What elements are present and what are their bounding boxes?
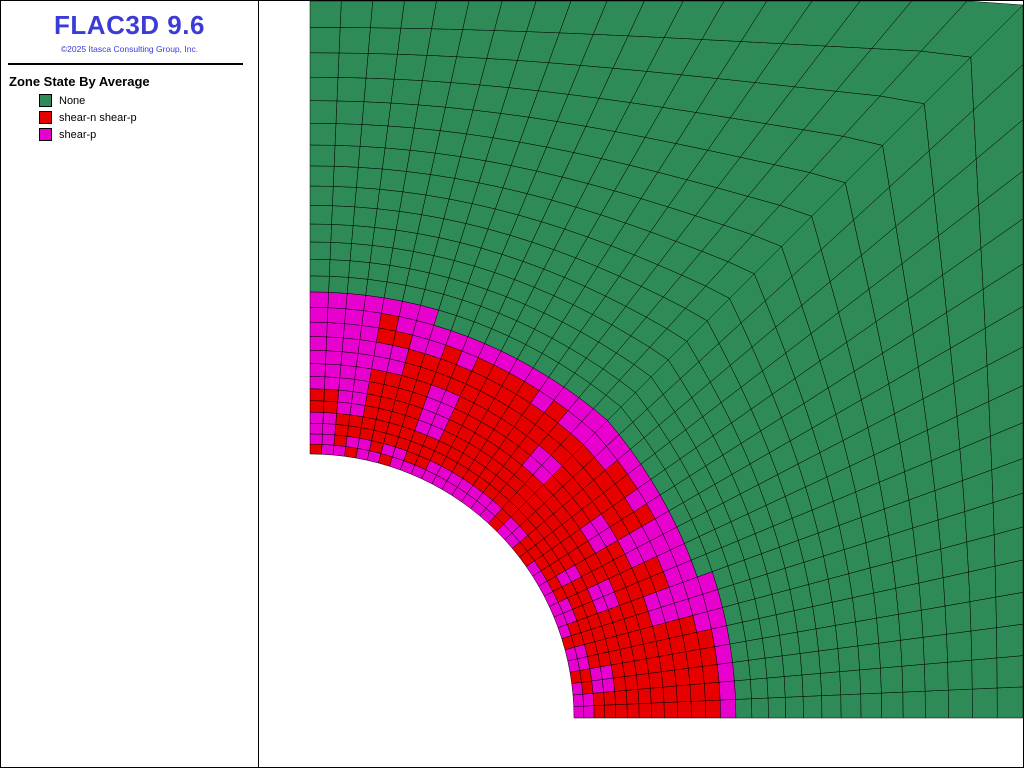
legend-item-shear-p: shear-p [39,128,258,141]
legend-item-none: None [39,94,258,107]
sidebar: FLAC3D 9.6 ©2025 Itasca Consulting Group… [1,1,259,767]
legend-swatch-shear-n-shear-p-icon [39,111,52,124]
legend-label-none: None [59,95,85,107]
app-title: FLAC3D 9.6 [1,10,258,41]
legend: Zone State By Average None shear-n shear… [1,65,258,141]
legend-label-shear-n-shear-p: shear-n shear-p [59,112,137,124]
legend-swatch-none-icon [39,94,52,107]
legend-item-shear-n-shear-p: shear-n shear-p [39,111,258,124]
legend-rows: None shear-n shear-p shear-p [9,94,258,141]
legend-label-shear-p: shear-p [59,129,96,141]
zone-state-plot[interactable] [259,1,1023,767]
app-window: FLAC3D 9.6 ©2025 Itasca Consulting Group… [0,0,1024,768]
legend-title: Zone State By Average [9,74,258,89]
copyright: ©2025 Itasca Consulting Group, Inc. [1,44,258,54]
plot-area [259,1,1023,767]
brand-block: FLAC3D 9.6 ©2025 Itasca Consulting Group… [1,1,258,54]
legend-swatch-shear-p-icon [39,128,52,141]
